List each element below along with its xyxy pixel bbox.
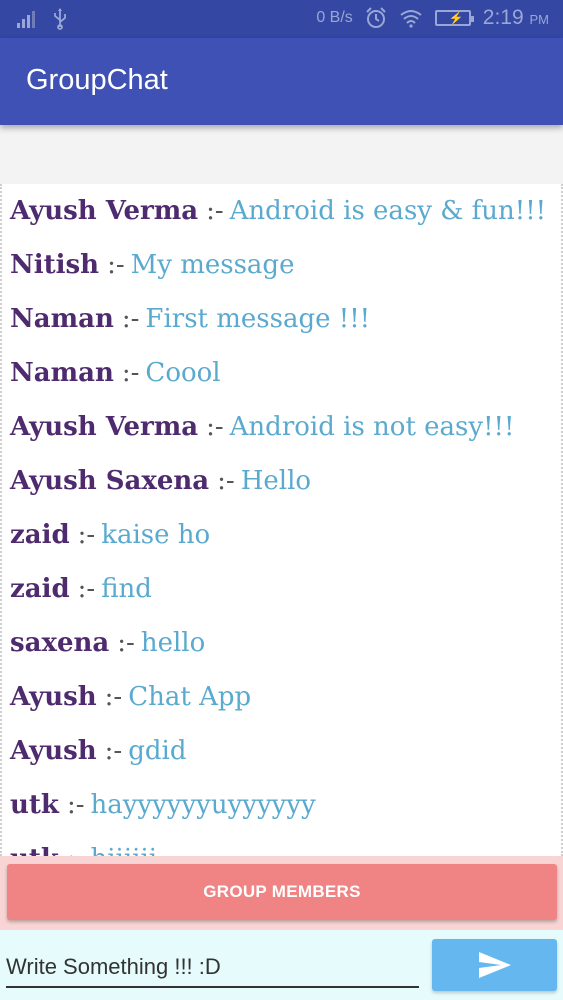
send-button[interactable] — [432, 939, 557, 991]
chat-sender-name: zaid — [10, 520, 70, 550]
chat-separator: :- — [77, 574, 96, 604]
chat-message-text: Android is easy & fun!!! — [229, 196, 547, 226]
chat-message-text: First message !!! — [145, 304, 371, 334]
members-button-area: GROUP MEMBERS — [0, 856, 563, 930]
chat-sender-name: saxena — [10, 628, 110, 658]
chat-message-text: hayyyyyyuyyyyyy — [90, 790, 316, 820]
chat-message: Ayush:- gdid — [2, 724, 561, 778]
chat-message: saxena:- hello — [2, 616, 561, 670]
clock: 2:19 PM — [482, 6, 549, 29]
chat-message: Nitish:- My message — [2, 238, 561, 292]
chat-separator: :- — [66, 790, 85, 820]
chat-separator: :- — [206, 412, 224, 442]
app-bar: GroupChat — [0, 38, 563, 125]
chat-sender-name: Ayush — [10, 736, 97, 766]
chat-separator: :- — [104, 736, 123, 766]
chat-message-text: hello — [140, 628, 206, 658]
chat-message-list[interactable]: Ayush Verma:- Android is easy & fun!!! Nit… — [0, 184, 563, 856]
chat-separator: :- — [206, 196, 224, 226]
chat-sender-name: Nitish — [10, 250, 100, 280]
chat-sender-name: zaid — [10, 574, 70, 604]
signal-icon — [17, 11, 35, 28]
chat-message: Naman:- Coool — [2, 346, 561, 400]
message-input[interactable] — [6, 948, 419, 988]
chat-separator: :- — [77, 520, 96, 550]
chat-message-text: My message — [130, 250, 295, 280]
chat-separator: :- — [121, 304, 140, 334]
chat-separator: :- — [217, 466, 235, 496]
chat-message-text: find — [101, 574, 152, 604]
chat-sender-name: utk — [10, 790, 59, 820]
chat-separator: :- — [117, 628, 135, 658]
status-left — [16, 8, 68, 30]
chat-message-text: Android is not easy!!! — [229, 412, 515, 442]
chat-separator: :- — [104, 682, 123, 712]
alarm-icon — [366, 7, 386, 28]
chat-sender-name: Ayush — [10, 682, 97, 712]
status-right: 0 B/s ⚡ 2:19 PM — [316, 6, 549, 30]
send-icon — [478, 952, 511, 978]
chat-separator: :- — [121, 358, 140, 388]
chat-separator: :- — [107, 250, 125, 280]
chat-message: zaid:- find — [2, 562, 561, 616]
chat-separator: :- — [67, 844, 85, 856]
chat-sender-name: Ayush Saxena — [10, 466, 210, 496]
chat-sender-name: utk — [10, 844, 59, 856]
composer — [0, 930, 563, 1000]
chat-message: Ayush Verma:- Android is not easy!!! — [2, 400, 561, 454]
status-bar: 0 B/s ⚡ 2:19 PM — [0, 0, 563, 38]
chat-sender-name: Naman — [10, 304, 114, 334]
chat-message: Ayush Verma:- Android is easy & fun!!! — [2, 184, 561, 238]
chat-message: zaid:- kaise ho — [2, 508, 561, 562]
chat-message-text: Coool — [145, 358, 221, 388]
wifi-icon — [400, 10, 422, 28]
chat-message-text: hiiiiii — [90, 844, 157, 856]
chat-message-text: gdid — [128, 736, 187, 766]
group-members-button[interactable]: GROUP MEMBERS — [7, 864, 557, 920]
usb-icon — [54, 8, 66, 30]
chat-sender-name: Ayush Verma — [10, 412, 199, 442]
chat-message: Naman:- First message !!! — [2, 292, 561, 346]
app-title: GroupChat — [26, 64, 168, 96]
chat-message: Ayush Saxena:- Hello — [2, 454, 561, 508]
chat-message: Ayush:- Chat App — [2, 670, 561, 724]
chat-message-text: kaise ho — [101, 520, 211, 550]
battery-icon: ⚡ — [434, 10, 474, 26]
chat-sender-name: Ayush Verma — [10, 196, 199, 226]
chat-message: utk :- hiiiiii — [2, 832, 561, 856]
chat-message: utk:- hayyyyyyuyyyyyy — [2, 778, 561, 832]
net-speed: 0 B/s — [316, 9, 353, 26]
chat-message-text: Hello — [240, 466, 312, 496]
chat-sender-name: Naman — [10, 358, 114, 388]
chat-message-text: Chat App — [128, 682, 252, 712]
